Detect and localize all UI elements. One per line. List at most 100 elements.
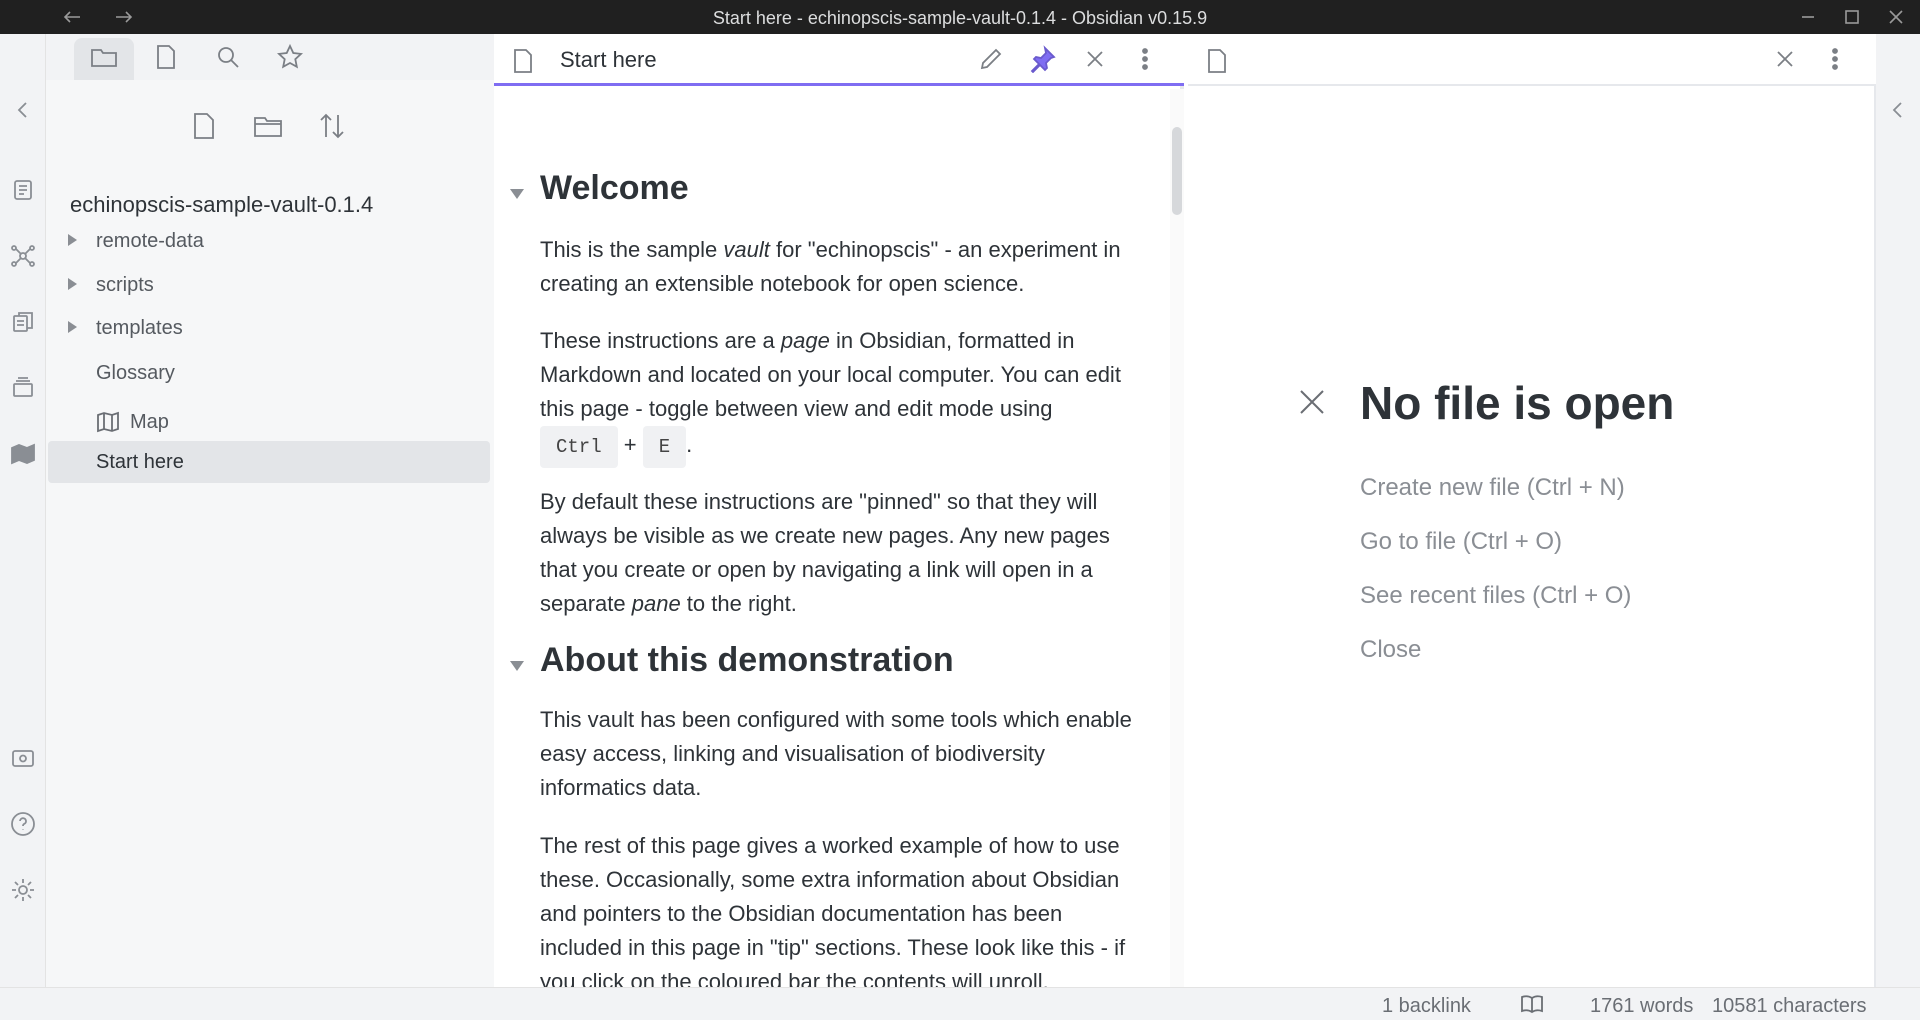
character-count: 10581 characters	[1712, 995, 1867, 1017]
maximize-icon[interactable]	[1832, 0, 1872, 34]
text: This is the sample	[540, 237, 724, 262]
fold-arrow-icon[interactable]	[510, 661, 524, 671]
sidebar-tabs	[46, 34, 494, 80]
text: .	[686, 432, 693, 457]
file-map[interactable]: Map	[48, 401, 490, 443]
tab-search[interactable]	[198, 38, 258, 80]
backlink-count[interactable]: 1 backlink	[1382, 995, 1471, 1018]
more-options-button[interactable]	[1818, 44, 1852, 78]
create-new-file-link[interactable]: Create new file (Ctrl + N)	[1360, 474, 1625, 502]
file-label: Map	[130, 410, 169, 433]
folder-scripts[interactable]: scripts	[48, 264, 490, 306]
file-icon	[155, 44, 177, 75]
collapse-left-icon[interactable]	[7, 94, 39, 126]
file-label: Start here	[96, 450, 184, 473]
help-icon[interactable]	[7, 808, 39, 840]
folder-label: templates	[96, 316, 183, 339]
new-folder-icon	[253, 114, 283, 143]
right-ribbon	[1876, 34, 1920, 987]
folder-remote-data[interactable]: remote-data	[48, 220, 490, 262]
title-bar: Start here - echinopscis-sample-vault-0.…	[0, 0, 1920, 34]
edit-button[interactable]	[974, 44, 1008, 78]
fold-arrow-icon[interactable]	[510, 189, 524, 199]
templates-icon[interactable]	[7, 306, 39, 338]
slides-icon[interactable]	[7, 372, 39, 404]
chevron-right-icon	[68, 321, 77, 333]
chevron-right-icon	[68, 234, 77, 246]
kbd-ctrl: Ctrl	[540, 426, 618, 468]
paragraph: This vault has been configured with some…	[540, 707, 1132, 800]
graph-view-icon[interactable]	[7, 240, 39, 272]
book-icon[interactable]	[1520, 992, 1544, 1020]
new-note-button[interactable]	[184, 108, 224, 148]
close-tab-button[interactable]	[1768, 44, 1802, 78]
new-folder-button[interactable]	[248, 108, 288, 148]
folder-label: remote-data	[96, 229, 204, 252]
new-file-icon	[192, 112, 216, 145]
text-italic: page	[780, 328, 830, 353]
paragraph: These instructions are a page in Obsidia…	[540, 324, 1140, 468]
pane-title[interactable]: Start here	[560, 47, 657, 73]
left-ribbon	[0, 34, 46, 987]
text-italic: pane	[631, 591, 681, 616]
text: to the right.	[680, 591, 797, 616]
vault-name[interactable]: echinopscis-sample-vault-0.1.4	[70, 192, 373, 218]
text: By default these instructions are "pinne…	[540, 489, 1110, 616]
settings-icon[interactable]	[7, 874, 39, 906]
files-icon	[90, 45, 118, 74]
recent-files-link[interactable]: See recent files (Ctrl + O)	[1360, 582, 1631, 610]
switcher-icon[interactable]	[7, 174, 39, 206]
tab-starred[interactable]	[260, 38, 320, 80]
word-count: 1761 words	[1590, 995, 1694, 1017]
folder-templates[interactable]: templates	[48, 307, 490, 349]
file-start-here[interactable]: Start here	[48, 441, 490, 483]
kbd-e: E	[642, 426, 687, 468]
status-bar: 1 backlink 1761 words 10581 characters	[0, 987, 1920, 1020]
star-icon	[276, 43, 304, 75]
file-icon	[512, 48, 534, 79]
go-to-file-link[interactable]: Go to file (Ctrl + O)	[1360, 528, 1562, 556]
pane-header	[1188, 34, 1876, 86]
map-icon	[96, 411, 120, 439]
window-title: Start here - echinopscis-sample-vault-0.…	[712, 8, 1208, 28]
more-vertical-icon	[1141, 47, 1149, 76]
note-content: Welcome This is the sample vault for "ec…	[494, 89, 1164, 987]
text-italic: vault	[723, 237, 770, 262]
search-icon	[216, 45, 240, 74]
empty-pane: No file is open Create new file (Ctrl + …	[1188, 34, 1876, 987]
tab-file[interactable]	[136, 38, 196, 80]
close-link[interactable]: Close	[1360, 636, 1421, 664]
pin-icon	[1029, 44, 1057, 78]
text: These instructions are a	[540, 328, 781, 353]
more-vertical-icon	[1831, 47, 1839, 76]
map-icon[interactable]	[7, 438, 39, 470]
close-window-icon[interactable]	[1876, 0, 1916, 34]
heading-about: About this demonstration	[540, 641, 954, 679]
pencil-icon	[978, 46, 1004, 77]
paragraph: By default these instructions are "pinne…	[540, 485, 1140, 621]
folder-label: scripts	[96, 273, 154, 296]
paragraph: This is the sample vault for "echinopsci…	[540, 233, 1140, 301]
file-explorer-sidebar: echinopscis-sample-vault-0.1.4 remote-da…	[46, 34, 494, 987]
paragraph: The rest of this page gives a worked exa…	[540, 833, 1126, 987]
close-icon	[1085, 49, 1105, 74]
chevron-right-icon	[68, 278, 77, 290]
empty-state-title: No file is open	[1360, 377, 1675, 429]
close-icon[interactable]	[1298, 388, 1326, 421]
more-options-button[interactable]	[1128, 44, 1162, 78]
scrollbar[interactable]	[1170, 89, 1184, 987]
close-icon	[1775, 49, 1795, 74]
vault-icon[interactable]	[7, 742, 39, 774]
text: +	[623, 432, 637, 457]
tab-files[interactable]	[74, 38, 134, 80]
pane-header: Start here	[494, 34, 1184, 86]
collapse-right-icon[interactable]	[1882, 94, 1914, 126]
scroll-thumb[interactable]	[1172, 127, 1182, 215]
pin-button[interactable]	[1026, 44, 1060, 78]
note-pane: Start here Welcome This is the sample va…	[494, 34, 1184, 987]
close-tab-button[interactable]	[1078, 44, 1112, 78]
sort-button[interactable]	[312, 108, 352, 148]
minimize-icon[interactable]	[1788, 0, 1828, 34]
file-glossary[interactable]: Glossary	[48, 352, 490, 394]
heading-welcome: Welcome	[540, 169, 689, 207]
